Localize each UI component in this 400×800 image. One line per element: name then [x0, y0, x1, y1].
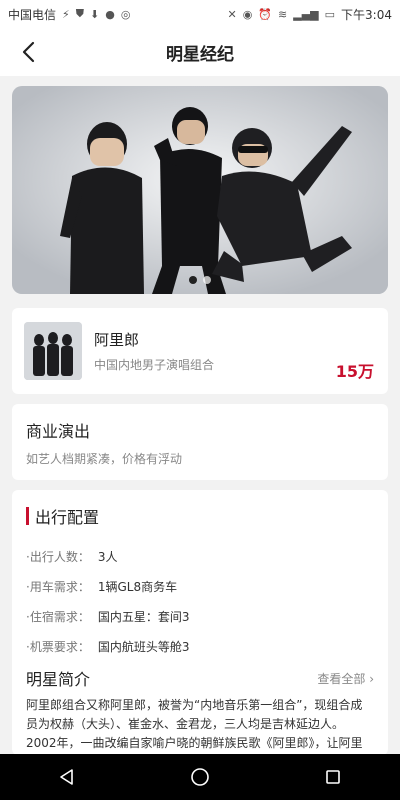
banner-carousel[interactable]	[12, 86, 388, 294]
home-circle-icon	[191, 768, 209, 786]
clock: 下午3:04	[341, 7, 392, 22]
carousel-dots	[189, 276, 211, 284]
config-row-label: ·用车需求：	[26, 580, 90, 594]
performance-subtitle: 如艺人档期紧凑，价格有浮动	[26, 452, 183, 466]
system-recents-button[interactable]	[313, 757, 353, 797]
eye-icon: ◉	[242, 7, 253, 21]
intro-title: 明星简介	[26, 670, 91, 689]
shield-icon: ⛊	[75, 7, 84, 20]
artist-price: 15万	[335, 362, 374, 381]
wifi-icon: ≋	[278, 7, 288, 21]
back-triangle-icon	[59, 769, 73, 785]
system-nav-bar	[0, 754, 400, 800]
performance-card[interactable]: 商业演出 如艺人档期紧凑，价格有浮动	[12, 404, 388, 480]
config-row: ·机票要求： 国内航班头等舱3	[26, 632, 374, 662]
artist-info: 阿里郎 中国内地男子演唱组合	[94, 329, 376, 373]
carousel-dot-active[interactable]	[189, 276, 197, 284]
download-icon: ⬇	[90, 7, 100, 21]
system-back-button[interactable]	[47, 757, 87, 797]
config-row-label: ·住宿需求：	[26, 610, 90, 624]
view-all-label: 查看全部	[317, 671, 366, 686]
section-marker	[26, 507, 29, 525]
back-button[interactable]	[10, 34, 46, 70]
status-bar: 中国电信 ⚡ ⛊ ⬇ ● ◎ ✕ ◉ ⏰ ≋ ▂▄▆ ▭ 下午3:04	[0, 0, 400, 28]
app-icon: ◎	[120, 7, 131, 21]
chevron-right-icon: ›	[369, 671, 374, 686]
view-all-link[interactable]: 查看全部 ›	[317, 670, 374, 687]
config-row-value: 3人	[97, 550, 118, 564]
mute-icon: ✕	[227, 7, 237, 21]
config-row: ·住宿需求： 国内五星：套间3	[26, 602, 374, 632]
config-row-label: ·出行人数：	[26, 550, 90, 564]
artist-photo	[24, 322, 82, 380]
carousel-dot[interactable]	[203, 276, 211, 284]
battery-icon: ▭	[324, 7, 336, 21]
artist-name: 阿里郎	[94, 331, 140, 349]
recents-square-icon	[326, 770, 341, 784]
system-home-button[interactable]	[180, 757, 220, 797]
config-row: ·出行人数： 3人	[26, 542, 374, 572]
artist-card[interactable]: 阿里郎 中国内地男子演唱组合 15万	[12, 308, 388, 394]
performance-title: 商业演出	[26, 422, 91, 441]
alarm-icon: ⏰	[258, 7, 273, 21]
status-right: ✕ ◉ ⏰ ≋ ▂▄▆ ▭ 下午3:04	[228, 6, 393, 23]
banner-image	[12, 86, 388, 294]
page-title: 明星经纪	[166, 44, 234, 65]
artist-description: 中国内地男子演唱组合	[94, 358, 215, 372]
config-header: 出行配置	[26, 504, 374, 528]
config-row-value: 国内航班头等舱3	[97, 640, 190, 654]
intro-header: 明星简介 查看全部 ›	[26, 666, 374, 690]
config-row-value: 1辆GL8商务车	[97, 580, 178, 594]
carrier-label: 中国电信	[8, 7, 57, 22]
config-title: 出行配置	[35, 508, 100, 527]
config-card: 出行配置 ·出行人数： 3人 ·用车需求： 1辆GL8商务车 ·住宿需求： 国内…	[12, 490, 388, 755]
artist-thumbnail	[24, 322, 82, 380]
config-row: ·用车需求： 1辆GL8商务车	[26, 572, 374, 602]
message-icon: ●	[105, 7, 115, 21]
config-row-label: ·机票要求：	[26, 640, 90, 654]
intro-text: 阿里郎组合又称阿里郎，被誉为“内地音乐第一组合”，现组合成员为权赫（大头）、崔金…	[26, 698, 363, 750]
status-left: 中国电信 ⚡ ⛊ ⬇ ● ◎	[8, 6, 130, 23]
header: 明星经纪	[0, 28, 400, 76]
back-arrow-icon	[22, 41, 35, 63]
signal-icon: ▂▄▆	[293, 7, 319, 21]
config-row-value: 国内五星：套间3	[97, 610, 190, 624]
usb-icon: ⚡	[62, 7, 70, 21]
